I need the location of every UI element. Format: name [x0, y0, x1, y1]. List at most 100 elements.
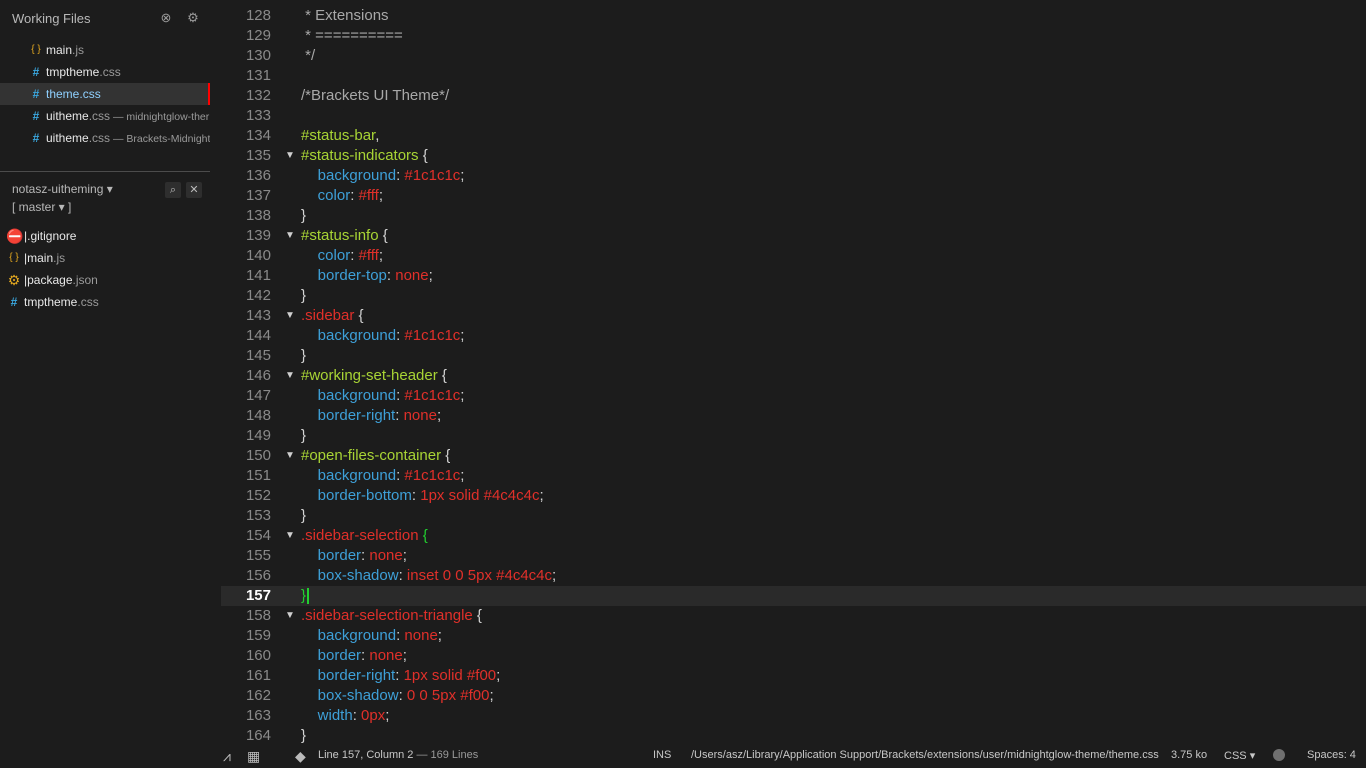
working-file-item[interactable]: { } main.js — [0, 39, 210, 61]
code-line[interactable]: 153} — [221, 506, 1366, 526]
live-preview-icon[interactable]: ⩘ — [223, 748, 231, 765]
insert-mode-toggle[interactable]: INS — [653, 749, 671, 761]
indent-spaces[interactable]: Spaces: 4 — [1307, 749, 1356, 761]
code-line[interactable]: 151 background: #1c1c1c; — [221, 466, 1366, 486]
code-line[interactable]: 160 border: none; — [221, 646, 1366, 666]
line-number: 154 — [245, 527, 271, 544]
fold-toggle-icon[interactable]: ▼ — [285, 606, 297, 626]
code-line[interactable]: 162 box-shadow: 0 0 5px #f00; — [221, 686, 1366, 706]
code-line[interactable]: 150 ▼ #open-files-container { — [221, 446, 1366, 466]
fold-toggle-icon[interactable]: ▼ — [285, 446, 297, 466]
code-line[interactable]: 154 ▼ .sidebar-selection { — [221, 526, 1366, 546]
code-text: #status-bar, — [301, 127, 380, 144]
code-text: border-right: 1px solid #f00; — [317, 667, 501, 684]
code-line[interactable]: 148 border-right: none; — [221, 406, 1366, 426]
code-text: width: 0px; — [317, 707, 390, 724]
code-text: } — [301, 347, 307, 364]
chevron-down-icon: ▾ — [1249, 750, 1256, 762]
code-line[interactable]: 163 width: 0px; — [221, 706, 1366, 726]
code-line[interactable]: 143 ▼ .sidebar { — [221, 306, 1366, 326]
code-editor[interactable]: 128 * Extensions 129 * ========== 130 */13… — [221, 0, 1366, 744]
working-file-item[interactable]: # uitheme.css — Brackets-Midnightg — [0, 127, 210, 149]
extensions-icon[interactable]: ▦ — [247, 748, 260, 765]
fold-toggle-icon[interactable]: ▼ — [285, 226, 297, 246]
code-line[interactable]: 164} — [221, 726, 1366, 744]
code-line[interactable]: 133 — [221, 106, 1366, 126]
project-dropdown[interactable]: notasz-uitheming ▾ — [12, 182, 113, 196]
code-line[interactable]: 144 background: #1c1c1c; — [221, 326, 1366, 346]
code-line[interactable]: 156 box-shadow: inset 0 0 5px #4c4c4c; — [221, 566, 1366, 586]
close-icon[interactable]: ✕ — [186, 182, 202, 198]
code-text: color: #fff; — [317, 187, 384, 204]
code-line[interactable]: 129 * ========== — [221, 26, 1366, 46]
code-line[interactable]: 147 background: #1c1c1c; — [221, 386, 1366, 406]
code-line[interactable]: 158 ▼ .sidebar-selection-triangle { — [221, 606, 1366, 626]
cursor-position-text: Line 157, Column 2 — [318, 749, 414, 761]
code-text: border: none; — [317, 547, 407, 564]
line-number: 164 — [245, 727, 271, 744]
css-file-icon: # — [32, 65, 40, 79]
project-file-item[interactable]: ⛔ |.gitignore — [0, 225, 210, 247]
line-number: 146 — [245, 367, 271, 384]
code-line[interactable]: 152 border-bottom: 1px solid #4c4c4c; — [221, 486, 1366, 506]
code-line[interactable]: 138} — [221, 206, 1366, 226]
code-line[interactable]: 130 */ — [221, 46, 1366, 66]
language-select[interactable]: CSS ▾ — [1224, 749, 1255, 762]
linter-status-icon[interactable] — [1273, 749, 1285, 761]
code-line[interactable]: 146 ▼ #working-set-header { — [221, 366, 1366, 386]
code-line[interactable]: 131 — [221, 66, 1366, 86]
branch-dropdown[interactable]: [ master ▾ ] — [12, 200, 71, 214]
project-file-item[interactable]: # tmptheme.css — [0, 291, 210, 313]
code-text: #working-set-header { — [301, 367, 447, 384]
code-text: */ — [301, 47, 316, 64]
code-line[interactable]: 132 /*Brackets UI Theme*/ — [221, 86, 1366, 106]
code-text: } — [301, 287, 307, 304]
code-line[interactable]: 128 * Extensions — [221, 6, 1366, 26]
working-file-item[interactable]: # uitheme.css — midnightglow-ther — [0, 105, 210, 127]
code-text: background: #1c1c1c; — [317, 327, 465, 344]
selection-marker — [208, 83, 210, 105]
close-all-icon[interactable]: ⊗ — [159, 11, 173, 25]
code-text: color: #fff; — [317, 247, 384, 264]
line-number: 142 — [245, 287, 271, 304]
working-file-item[interactable]: # tmptheme.css — [0, 61, 210, 83]
css-file-icon: # — [32, 109, 40, 123]
project-file-item[interactable]: ⚙ |package.json — [0, 269, 210, 291]
code-line[interactable]: 141 border-top: none; — [221, 266, 1366, 286]
code-line[interactable]: 157} — [221, 586, 1366, 606]
fold-toggle-icon[interactable]: ▼ — [285, 366, 297, 386]
gear-icon[interactable]: ⚙ — [186, 11, 200, 25]
code-text: .sidebar { — [301, 307, 364, 324]
project-file-item[interactable]: { } |main.js — [0, 247, 210, 269]
code-line[interactable]: 137 color: #fff; — [221, 186, 1366, 206]
code-line[interactable]: 142} — [221, 286, 1366, 306]
line-number: 150 — [245, 447, 271, 464]
fold-toggle-icon[interactable]: ▼ — [285, 306, 297, 326]
code-text: /*Brackets UI Theme*/ — [301, 87, 450, 104]
fold-toggle-icon[interactable]: ▼ — [285, 526, 297, 546]
cursor-position[interactable]: Line 157, Column 2 — 169 Lines — [318, 749, 478, 761]
code-line[interactable]: 140 color: #fff; — [221, 246, 1366, 266]
code-line[interactable]: 149} — [221, 426, 1366, 446]
code-line[interactable]: 145} — [221, 346, 1366, 366]
code-text: .sidebar-selection { — [301, 527, 428, 544]
working-file-name: tmptheme.css — [46, 65, 121, 79]
code-line[interactable]: 134 #status-bar, — [221, 126, 1366, 146]
fold-toggle-icon[interactable]: ▼ — [285, 146, 297, 166]
code-line[interactable]: 136 background: #1c1c1c; — [221, 166, 1366, 186]
line-number: 135 — [245, 147, 271, 164]
code-line[interactable]: 161 border-right: 1px solid #f00; — [221, 666, 1366, 686]
package-icon: ⚙ — [7, 272, 21, 288]
code-line[interactable]: 155 border: none; — [221, 546, 1366, 566]
code-line[interactable]: 139 ▼ #status-info { — [221, 226, 1366, 246]
js-file-icon: { } — [9, 252, 19, 263]
code-line[interactable]: 159 background: none; — [221, 626, 1366, 646]
code-text: } — [301, 727, 307, 744]
search-icon[interactable]: ⌕ — [165, 182, 181, 198]
line-number: 153 — [245, 507, 271, 524]
line-number: 161 — [245, 667, 271, 684]
js-file-icon: { } — [31, 44, 41, 55]
working-file-item[interactable]: # theme.css — [0, 83, 210, 105]
code-line[interactable]: 135 ▼ #status-indicators { — [221, 146, 1366, 166]
git-icon[interactable]: ◆ — [295, 748, 306, 765]
